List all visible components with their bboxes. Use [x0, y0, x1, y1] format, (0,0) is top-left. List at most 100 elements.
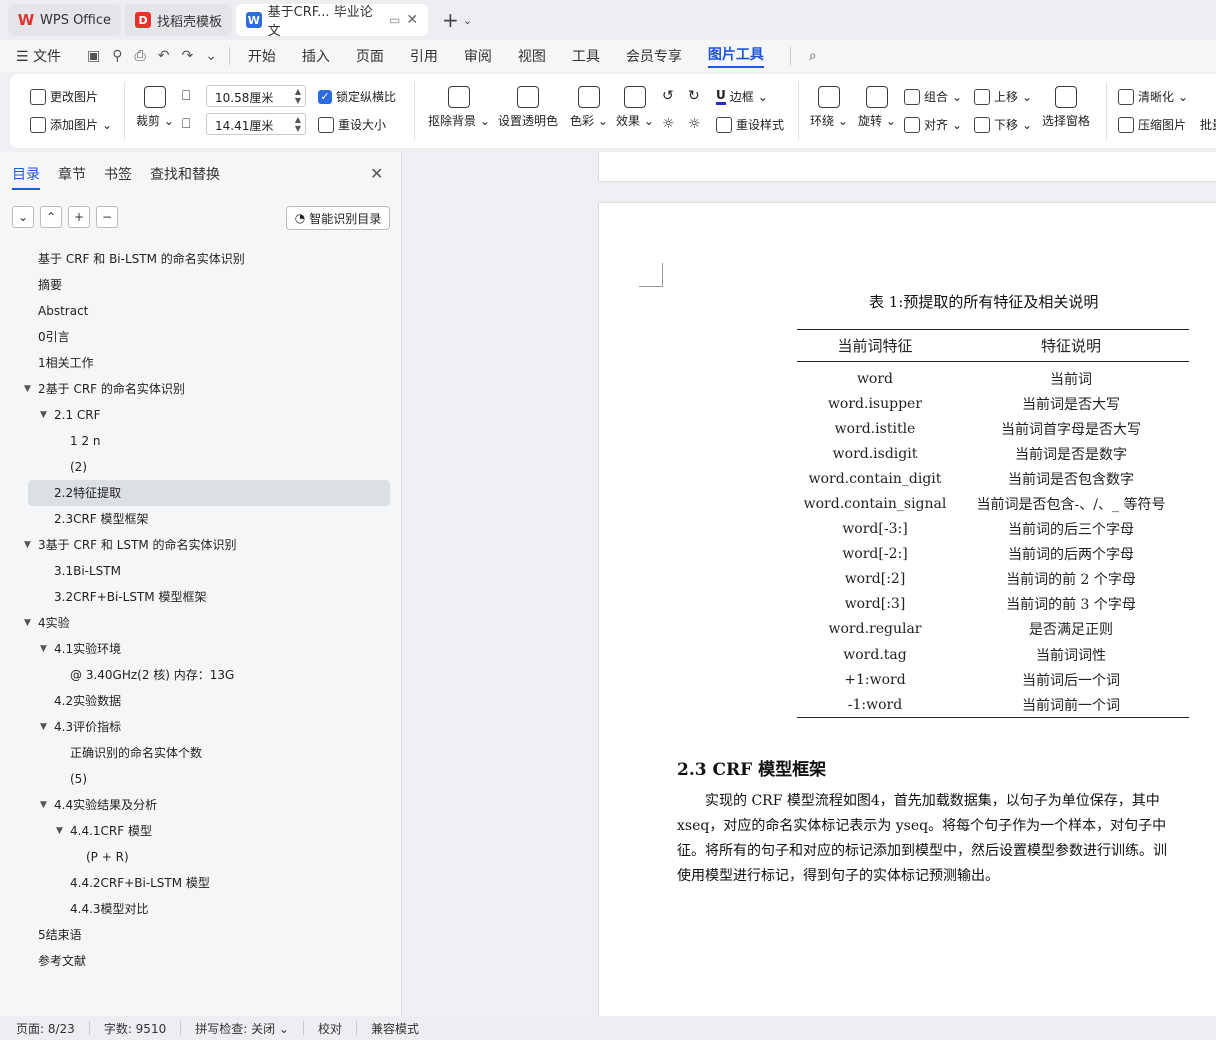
search-icon[interactable]: ⌕ — [809, 48, 817, 64]
tab-daoke-templates[interactable]: D 找稻壳模板 — [125, 4, 233, 36]
selection-pane-button[interactable]: 选择窗格 — [1042, 86, 1090, 129]
bring-forward-button[interactable]: 上移 ⌄ — [974, 88, 1032, 105]
menu-membership[interactable]: 会员专享 — [626, 46, 682, 66]
change-picture-button[interactable]: 更改图片 — [30, 88, 98, 105]
redo-icon[interactable]: ↷ — [181, 48, 193, 64]
toc-item[interactable]: ▼ 2基于 CRF 的命名实体识别 — [0, 376, 402, 402]
print-preview-icon[interactable]: ⎙ — [135, 48, 146, 64]
spellcheck-toggle[interactable]: 拼写检查: 关闭 ⌄ — [195, 1020, 289, 1037]
toc-item[interactable]: 4.4.2CRF+Bi-LSTM 模型 — [0, 870, 402, 896]
caret-down-icon[interactable]: ▼ — [24, 376, 31, 402]
caret-down-icon[interactable]: ▼ — [56, 818, 63, 844]
border-button[interactable]: U 边框 ⌄ — [716, 88, 768, 105]
menu-tools[interactable]: 工具 — [572, 46, 600, 66]
remove-heading-icon[interactable]: − — [96, 206, 118, 228]
toc-item[interactable]: 4.2实验数据 — [0, 688, 402, 714]
add-heading-icon[interactable]: + — [68, 206, 90, 228]
tab-thesis-document[interactable]: W 基于CRF... 毕业论文 ▭ ✕ — [236, 4, 429, 39]
toc-item[interactable]: ▼ 4.3评价指标 — [0, 714, 402, 740]
caret-down-icon[interactable]: ▼ — [24, 610, 31, 636]
caret-down-icon[interactable]: ▼ — [40, 402, 47, 428]
menu-insert[interactable]: 插入 — [302, 46, 330, 66]
rotate-left-icon[interactable]: ↺ — [662, 88, 674, 104]
menu-picture-tools[interactable]: 图片工具 — [707, 44, 764, 68]
toc-item[interactable]: (2) — [0, 454, 402, 480]
word-count[interactable]: 字数: 9510 — [104, 1020, 166, 1037]
feature-table[interactable]: 当前词特征 特征说明 word 当前词 word.isupper 当前词是否大写 wor… — [797, 329, 1189, 719]
tab-toc[interactable]: 目录 — [12, 164, 40, 190]
add-picture-button[interactable]: 添加图片 ⌄ — [30, 116, 112, 133]
align-button[interactable]: 对齐 ⌄ — [904, 116, 962, 133]
menu-home[interactable]: 开始 — [248, 46, 276, 66]
collapse-up-icon[interactable]: ⌃ — [40, 206, 62, 228]
spin-arrows-icon[interactable]: ▲ ▼ — [295, 115, 301, 133]
color-button[interactable]: 色彩 ⌄ — [570, 86, 608, 129]
rotate-right-icon[interactable]: ↻ — [688, 88, 700, 104]
tab-chapters[interactable]: 章节 — [58, 164, 86, 190]
toc-item[interactable]: ▼ 2.1 CRF — [0, 402, 402, 428]
new-tab-icon[interactable]: + — [442, 8, 459, 32]
brightness-down-icon[interactable]: ☼ — [688, 116, 701, 132]
rotate-button[interactable]: 旋转 ⌄ — [858, 86, 896, 129]
brightness-up-icon[interactable]: ☼ — [662, 116, 675, 132]
menu-references[interactable]: 引用 — [410, 46, 438, 66]
toc-item[interactable]: @ 3.40GHz(2 核) 内存：13G — [0, 662, 402, 688]
caret-down-icon[interactable]: ▼ — [40, 792, 47, 818]
effects-button[interactable]: 效果 ⌄ — [616, 86, 654, 129]
toc-item[interactable]: 0引言 — [0, 324, 402, 350]
toc-item[interactable]: 2.2特征提取 — [28, 480, 390, 506]
caret-down-icon[interactable]: ▼ — [40, 714, 47, 740]
menu-page[interactable]: 页面 — [356, 46, 384, 66]
batch-button[interactable]: 批量 — [1200, 116, 1216, 133]
compress-button[interactable]: 压缩图片 — [1118, 116, 1186, 133]
tab-find-replace[interactable]: 查找和替换 — [150, 164, 220, 190]
toc-item[interactable]: 3.1Bi-LSTM — [0, 558, 402, 584]
toc-item[interactable]: ▼ 4.4.1CRF 模型 — [0, 818, 402, 844]
toc-item[interactable]: 1 2 n — [0, 428, 402, 454]
toc-item[interactable]: 2.3CRF 模型框架 — [0, 506, 402, 532]
toc-item[interactable]: (P + R) — [0, 844, 402, 870]
document-area[interactable]: 表 1:预提取的所有特征及相关说明 当前词特征 特征说明 word 当前词 word… — [403, 152, 1216, 1016]
chevron-down-icon[interactable]: ⌄ — [205, 48, 217, 64]
lock-ratio-checkbox[interactable]: ✓ 锁定纵横比 — [318, 88, 396, 105]
toc-item[interactable]: ▼ 4.1实验环境 — [0, 636, 402, 662]
toc-item[interactable]: 摘要 — [0, 272, 402, 298]
toc-item[interactable]: (5) — [0, 766, 402, 792]
sharpen-button[interactable]: 清晰化 ⌄ — [1118, 88, 1188, 105]
wrap-button[interactable]: 环绕 ⌄ — [810, 86, 848, 129]
toc-item[interactable]: 1相关工作 — [0, 350, 402, 376]
toc-item[interactable]: 5结束语 — [0, 922, 402, 948]
toc-item[interactable]: Abstract — [0, 298, 402, 324]
send-backward-button[interactable]: 下移 ⌄ — [974, 116, 1032, 133]
group-button[interactable]: 组合 ⌄ — [904, 88, 962, 105]
height-input[interactable]: 14.41厘米 ▲ ▼ — [206, 113, 306, 135]
share-icon[interactable]: ⚲ — [112, 48, 122, 64]
tab-window-icon[interactable]: ▭ — [389, 13, 400, 27]
remove-background-button[interactable]: 抠除背景 ⌄ — [428, 86, 490, 129]
document-page[interactable]: 表 1:预提取的所有特征及相关说明 当前词特征 特征说明 word 当前词 word… — [598, 202, 1216, 1016]
undo-icon[interactable]: ↶ — [158, 48, 170, 64]
caret-down-icon[interactable]: ▼ — [24, 532, 31, 558]
expand-down-icon[interactable]: ⌄ — [12, 206, 34, 228]
tab-wps-office[interactable]: W WPS Office — [8, 4, 122, 36]
tab-bookmarks[interactable]: 书签 — [104, 164, 132, 190]
menu-file[interactable]: ☰ 文件 — [16, 46, 61, 66]
toc-item[interactable]: 3.2CRF+Bi-LSTM 模型框架 — [0, 584, 402, 610]
toc-item[interactable]: ▼ 4.4实验结果及分析 — [0, 792, 402, 818]
smart-toc-button[interactable]: ◔ 智能识别目录 — [286, 206, 390, 230]
set-transparent-button[interactable]: 设置透明色 — [498, 86, 558, 129]
toc-item[interactable]: 4.4.3模型对比 — [0, 896, 402, 922]
page-indicator[interactable]: 页面: 8/23 — [16, 1020, 75, 1037]
toc-item[interactable]: ▼ 4实验 — [0, 610, 402, 636]
proofread-button[interactable]: 校对 — [318, 1020, 342, 1037]
chevron-down-icon[interactable]: ⌄ — [463, 14, 472, 27]
width-input[interactable]: 10.58厘米 ▲ ▼ — [206, 85, 306, 107]
crop-button[interactable]: 裁剪 ⌄ — [136, 86, 174, 129]
menu-view[interactable]: 视图 — [518, 46, 546, 66]
reset-size-button[interactable]: 重设大小 — [318, 116, 386, 133]
reset-style-button[interactable]: 重设样式 — [716, 116, 784, 133]
toc-item[interactable]: ▼ 3基于 CRF 和 LSTM 的命名实体识别 — [0, 532, 402, 558]
save-icon[interactable]: ▣ — [87, 48, 100, 64]
spin-arrows-icon[interactable]: ▲ ▼ — [295, 87, 301, 105]
toc-item[interactable]: 基于 CRF 和 Bi-LSTM 的命名实体识别 — [0, 246, 402, 272]
